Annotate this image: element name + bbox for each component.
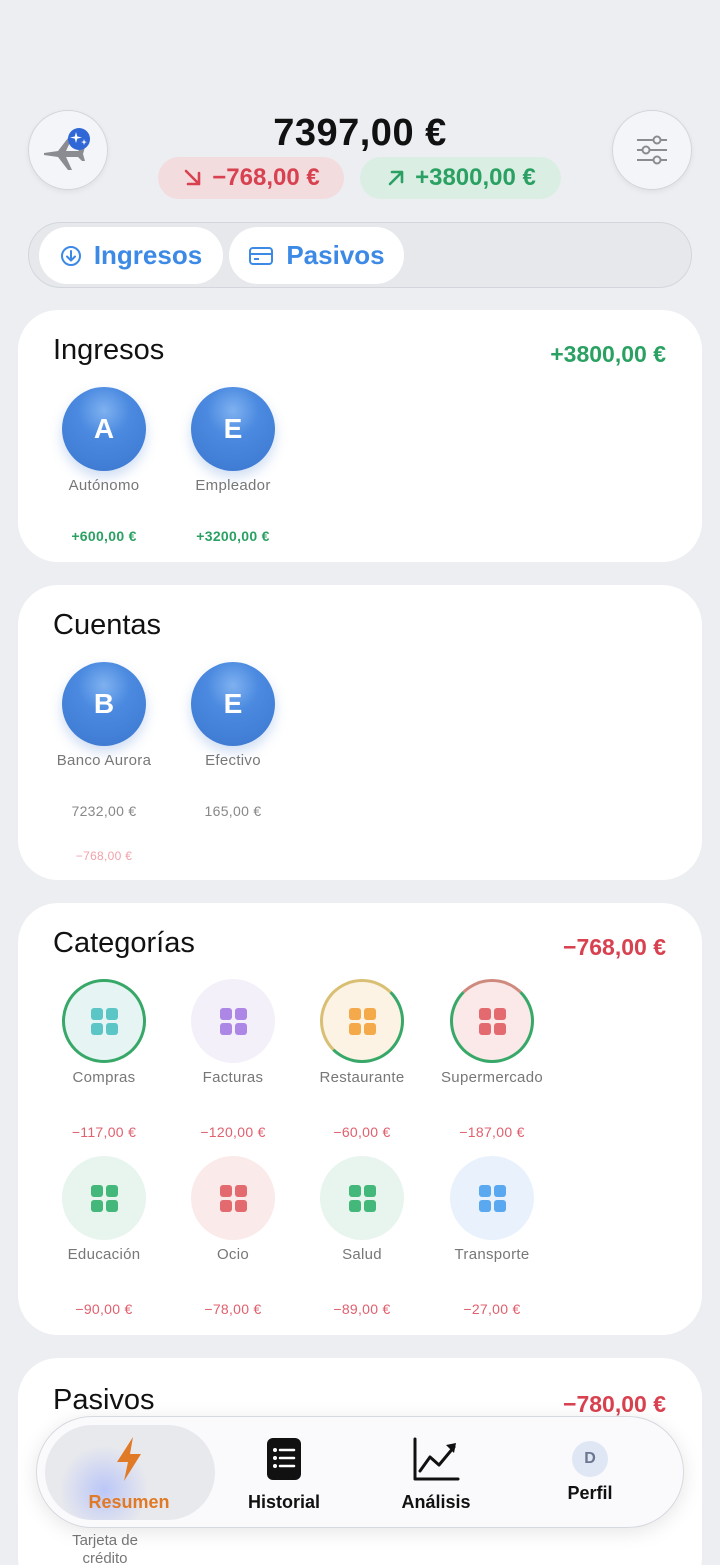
category-icon-circle	[191, 979, 275, 1063]
category-amount: −27,00 €	[463, 1301, 521, 1317]
category-grid-icon	[219, 1007, 247, 1035]
tab-ingresos-label: Ingresos	[93, 240, 203, 270]
income-source-item[interactable]: E Empleador +3200,00 €	[173, 387, 293, 547]
category-item[interactable]: Educación −90,00 €	[44, 1156, 164, 1317]
account-label: Efectivo	[205, 752, 261, 769]
ingresos-total: +3800,00 €	[550, 341, 666, 367]
category-grid-icon	[478, 1184, 506, 1212]
category-grid-icon	[90, 1184, 118, 1212]
account-avatar: E	[191, 662, 275, 746]
category-icon-circle	[320, 1156, 404, 1240]
cuentas-title: Cuentas	[53, 609, 162, 641]
category-item[interactable]: Restaurante −60,00 €	[302, 979, 422, 1140]
tab-ingresos[interactable]: Ingresos	[39, 227, 223, 284]
category-item[interactable]: Ocio −78,00 €	[173, 1156, 293, 1317]
tab-pasivos[interactable]: Pasivos	[229, 227, 404, 284]
tab-perfil[interactable]: D Perfil	[515, 1435, 665, 1504]
cuentas-card: Cuentas B Banco Aurora 7232,00 € −768,00…	[18, 585, 702, 880]
chart-line-icon	[413, 1437, 460, 1481]
income-source-label: Autónomo	[68, 477, 140, 494]
income-summary-pill[interactable]: +3800,00 €	[360, 157, 561, 199]
income-source-item[interactable]: A Autónomo +600,00 €	[44, 387, 164, 547]
category-grid-icon	[219, 1184, 247, 1212]
category-amount: −187,00 €	[459, 1124, 525, 1140]
category-label: Supermercado	[441, 1069, 543, 1086]
filters-button[interactable]	[612, 110, 692, 190]
category-icon-circle	[191, 1156, 275, 1240]
category-icon-circle	[320, 979, 404, 1063]
sliders-icon	[637, 135, 667, 165]
arrow-down-circle-icon	[60, 245, 81, 266]
category-grid-icon	[478, 1007, 506, 1035]
category-label: Restaurante	[319, 1069, 405, 1086]
income-source-avatar: A	[62, 387, 146, 471]
bottom-tab-bar: Resumen Historial Análisis D Perfil	[36, 1416, 684, 1528]
tab-resumen-label: Resumen	[88, 1492, 170, 1512]
category-amount: −78,00 €	[204, 1301, 262, 1317]
category-amount: −117,00 €	[71, 1124, 137, 1140]
ingresos-title: Ingresos	[53, 334, 165, 366]
category-grid-icon	[348, 1007, 376, 1035]
category-label: Salud	[342, 1246, 382, 1263]
category-amount: −90,00 €	[75, 1301, 133, 1317]
category-icon-circle	[62, 1156, 146, 1240]
pasivos-title: Pasivos	[53, 1384, 155, 1416]
tab-pasivos-label: Pasivos	[286, 240, 385, 270]
category-label: Transporte	[454, 1246, 530, 1263]
lightning-icon	[117, 1437, 141, 1481]
credit-card-icon	[249, 246, 274, 265]
category-label: Ocio	[216, 1246, 250, 1263]
account-item[interactable]: E Efectivo 165,00 €	[173, 662, 293, 822]
category-amount: −60,00 €	[333, 1124, 391, 1140]
account-balance: 165,00 €	[204, 803, 262, 819]
section-shortcuts: Ingresos Pasivos	[28, 222, 692, 288]
tab-perfil-label: Perfil	[567, 1483, 613, 1503]
category-item[interactable]: Compras −117,00 €	[44, 979, 164, 1140]
expense-summary-pill[interactable]: −768,00 €	[158, 157, 344, 199]
category-item[interactable]: Facturas −120,00 €	[173, 979, 293, 1140]
account-balance: 7232,00 €	[71, 803, 137, 819]
tab-historial-label: Historial	[247, 1492, 321, 1512]
category-item[interactable]: Transporte −27,00 €	[432, 1156, 552, 1317]
income-source-amount: +3200,00 €	[196, 528, 270, 544]
tab-analisis[interactable]: Análisis	[361, 1435, 511, 1513]
profile-avatar: D	[572, 1441, 608, 1477]
category-icon-circle	[62, 979, 146, 1063]
income-source-avatar: E	[191, 387, 275, 471]
account-spent: −768,00 €	[75, 849, 133, 863]
category-icon-circle	[450, 979, 534, 1063]
category-label: Facturas	[202, 1069, 264, 1086]
liability-label[interactable]: Tarjeta de crédito	[55, 1532, 155, 1565]
pasivos-total: −780,00 €	[563, 1391, 666, 1417]
income-amount: +3800,00 €	[415, 164, 536, 191]
categorias-title: Categorías	[53, 927, 195, 959]
arrow-up-right-icon	[388, 170, 404, 186]
arrow-down-right-icon	[184, 169, 201, 186]
category-label: Compras	[72, 1069, 136, 1086]
expense-amount: −768,00 €	[212, 164, 320, 191]
category-item[interactable]: Supermercado −187,00 €	[432, 979, 552, 1140]
account-avatar: B	[62, 662, 146, 746]
categorias-card: Categorías −768,00 € Compras −117,00 € F…	[18, 903, 702, 1335]
ingresos-card: Ingresos +3800,00 € A Autónomo +600,00 €…	[18, 310, 702, 562]
account-item[interactable]: B Banco Aurora 7232,00 € −768,00 €	[44, 662, 164, 863]
category-grid-icon	[90, 1007, 118, 1035]
income-source-amount: +600,00 €	[71, 528, 137, 544]
category-amount: −89,00 €	[333, 1301, 391, 1317]
categorias-total: −768,00 €	[563, 934, 666, 960]
category-icon-circle	[450, 1156, 534, 1240]
category-grid-icon	[348, 1184, 376, 1212]
list-icon	[267, 1438, 301, 1480]
category-label: Educación	[67, 1246, 141, 1263]
category-item[interactable]: Salud −89,00 €	[302, 1156, 422, 1317]
tab-analisis-label: Análisis	[401, 1492, 471, 1512]
tab-historial[interactable]: Historial	[209, 1435, 359, 1513]
category-amount: −120,00 €	[200, 1124, 266, 1140]
tab-resumen[interactable]: Resumen	[54, 1435, 204, 1513]
income-source-label: Empleador	[195, 477, 271, 494]
account-label: Banco Aurora	[56, 752, 152, 769]
